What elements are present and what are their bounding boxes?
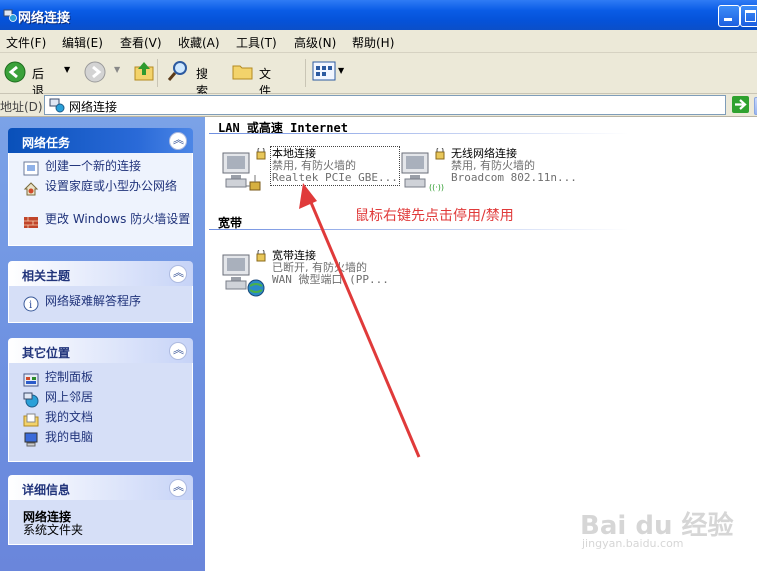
collapse-icon[interactable]: ︽ <box>169 132 187 150</box>
address-input[interactable]: 网络连接 ▼ <box>44 95 757 115</box>
related-topics-panel: 相关主题 ︽ i 网络疑难解答程序 <box>8 261 193 323</box>
menu-favorites[interactable]: 收藏(A) <box>178 34 220 51</box>
my-computer-icon <box>24 432 38 447</box>
menu-file[interactable]: 文件(F) <box>6 34 46 51</box>
network-connections-icon <box>49 98 65 113</box>
other-places-title: 其它位置 <box>22 346 71 360</box>
forward-dropdown-icon[interactable]: ▼ <box>114 65 120 74</box>
network-tasks-title: 网络任务 <box>22 136 71 150</box>
views-icon <box>312 61 336 81</box>
collapse-icon[interactable]: ︽ <box>169 479 187 497</box>
collapse-icon[interactable]: ︽ <box>169 342 187 360</box>
toolbar-divider-2 <box>305 59 306 87</box>
menu-bar: 文件(F) 编辑(E) 查看(V) 收藏(A) 工具(T) 高级(N) 帮助(H… <box>0 30 757 53</box>
firewall-icon <box>24 217 38 228</box>
minimize-button[interactable] <box>718 5 740 27</box>
network-connections-icon <box>3 9 17 22</box>
other-places-header[interactable]: 其它位置 ︽ <box>8 338 193 363</box>
my-documents-icon <box>23 413 39 427</box>
address-bar: 地址(D) 网络连接 ▼ <box>0 94 757 117</box>
menu-tools[interactable]: 工具(T) <box>236 34 277 51</box>
svg-text:i: i <box>29 300 32 311</box>
details-type: 系统文件夹 <box>23 523 84 537</box>
home-network-icon <box>23 182 39 196</box>
other-places-panel: 其它位置 ︽ 控制面板 网上邻居 我的文档 我的电脑 <box>8 338 193 462</box>
address-label: 地址(D) <box>0 100 43 114</box>
connections-view: LAN 或高速 Internet 本地连接 禁用, 有防火墙的 Realtek … <box>205 117 757 571</box>
network-tasks-header[interactable]: 网络任务 ︽ <box>8 128 193 153</box>
address-value: 网络连接 <box>69 100 118 114</box>
other-places-body: 控制面板 网上邻居 我的文档 我的电脑 <box>8 363 193 462</box>
window-title: 网络连接 <box>18 11 71 26</box>
views-button[interactable]: ▼ <box>312 60 346 84</box>
details-panel: 详细信息 ︽ 网络连接 系统文件夹 <box>8 475 193 545</box>
menu-help[interactable]: 帮助(H) <box>352 34 394 51</box>
go-arrow-icon <box>735 99 747 110</box>
views-dropdown-icon: ▼ <box>338 66 345 75</box>
info-icon: i <box>23 296 39 312</box>
annotation-arrow <box>299 183 421 458</box>
related-topics-title: 相关主题 <box>22 269 71 283</box>
menu-advanced[interactable]: 高级(N) <box>294 34 336 51</box>
forward-arrow-icon[interactable] <box>84 61 106 83</box>
toolbar-divider <box>157 59 158 87</box>
folders-icon <box>232 65 253 80</box>
details-header[interactable]: 详细信息 ︽ <box>8 475 193 500</box>
toolbar: 后退 ▼ ▼ 搜索 文件夹 ▼ <box>0 53 757 115</box>
up-folder-icon[interactable] <box>132 59 156 83</box>
collapse-icon[interactable]: ︽ <box>169 265 187 283</box>
menu-view[interactable]: 查看(V) <box>120 34 162 51</box>
new-connection-icon <box>23 161 39 176</box>
details-body: 网络连接 系统文件夹 <box>8 500 193 545</box>
network-tasks-panel: 网络任务 ︽ 创建一个新的连接 设置家庭或小型办公网络 更改 Windows 防… <box>8 128 193 246</box>
network-tasks-body: 创建一个新的连接 设置家庭或小型办公网络 更改 Windows 防火墙设置 <box>8 153 193 246</box>
network-places-icon <box>23 392 39 408</box>
search-icon <box>167 61 187 81</box>
watermark-url: jingyan.baidu.com <box>582 537 684 550</box>
task-pane: 网络任务 ︽ 创建一个新的连接 设置家庭或小型办公网络 更改 Windows 防… <box>0 117 205 571</box>
related-topics-header[interactable]: 相关主题 ︽ <box>8 261 193 286</box>
back-arrow-icon <box>4 61 26 83</box>
back-dropdown-icon[interactable]: ▼ <box>64 65 70 74</box>
control-panel-icon <box>23 373 39 387</box>
go-button[interactable] <box>732 96 749 113</box>
details-title: 详细信息 <box>22 483 71 497</box>
related-topics-body: i 网络疑难解答程序 <box>8 286 193 323</box>
menu-edit[interactable]: 编辑(E) <box>62 34 103 51</box>
title-bar: 网络连接 <box>0 0 757 30</box>
maximize-button[interactable] <box>740 5 757 27</box>
